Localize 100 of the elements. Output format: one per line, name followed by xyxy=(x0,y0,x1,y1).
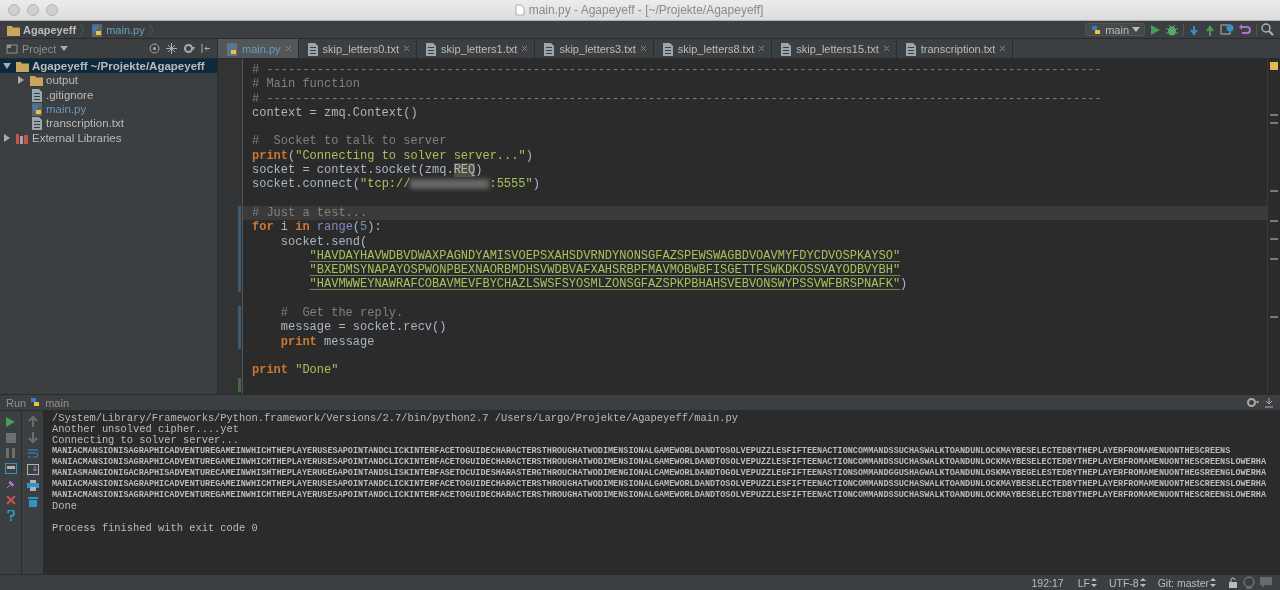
scroll-to-end-icon[interactable] xyxy=(26,464,39,475)
bug-icon[interactable] xyxy=(1165,23,1179,36)
tree-item[interactable]: output xyxy=(0,73,217,88)
scroll-marker-icon xyxy=(1270,122,1278,124)
lock-icon[interactable] xyxy=(1228,577,1238,588)
locate-icon[interactable] xyxy=(149,43,160,54)
caret-icon xyxy=(1132,26,1140,33)
help-icon[interactable] xyxy=(5,510,16,521)
close-icon[interactable] xyxy=(999,45,1007,52)
code-line: message = socket.recv() xyxy=(279,320,448,335)
pin-icon[interactable] xyxy=(5,479,16,490)
settings-icon[interactable] xyxy=(183,43,195,54)
print-icon[interactable] xyxy=(26,480,39,491)
run-panel-title: Run xyxy=(6,396,27,409)
collapsed-arrow-icon[interactable] xyxy=(3,133,11,142)
code-line: "BXEDMSYNAPAYOSPWONPBEXNAORBMDHSVWDBVAFXAHSRBPFMAVMOBWBFISGETTFSWKDKOSSVAYODBVYBH" xyxy=(308,263,902,278)
console-line: Done xyxy=(52,501,78,512)
run-icon[interactable] xyxy=(1149,23,1161,36)
close-icon[interactable] xyxy=(284,45,292,52)
settings-icon[interactable] xyxy=(1246,397,1260,408)
console-line: MANIACMANSIONISAGRAPHICADVENTUREGAMEINWHICHTHEPLAYERUSESAPOINTANDCLICKINTERFACETOGUIDECHARACTERSTHROUGHATWODIMENSIONALGAMEWORLDANDTOSOLVEPUZZLESFIFTEENACTIONCOMMANDSSUCHASWALKTOANDUNLOCKMAYBESELECTEDBYTHEPLAYERFROMAMENUONTHESCREENSLOWERHA xyxy=(52,457,1266,468)
close-icon[interactable] xyxy=(5,495,16,505)
close-icon[interactable] xyxy=(882,45,890,52)
folder-icon xyxy=(29,73,43,88)
tree-item[interactable]: External Libraries xyxy=(0,130,217,145)
search-icon[interactable] xyxy=(1261,23,1274,36)
chevron-icon xyxy=(147,22,154,37)
run-icon[interactable] xyxy=(5,416,16,428)
text-file-icon xyxy=(29,116,43,131)
status-marker-icon xyxy=(1270,62,1278,70)
code-line: "HAVDAYHAVWDBVDWAXPAGNDYAMISVOEPSXAHSDVRNDYNONSGFAZSPEWSWAGBDVOAVMYFDYCDVOSPKAYSO" xyxy=(308,248,902,264)
console-line: MANIACMANSIONISAGRAPHICADVENTUREGAMEINWHICHTHEPLAYERUSESAPOINTANDCLICKINTERFACETOGUIDECHARACTERSTHROUGHATWODIMENSIONALGAMEWORLDANDTOSOLVEPUZZLESFIFTEENACTIONCOMMANDSSUCHASWALKTOANDUNLOCKMAYBESELECTEDBYTHEPLAYERFROMAMENUONTHESCREENSLOWERHA xyxy=(52,479,1266,490)
tree-item[interactable]: .gitignore xyxy=(0,87,217,102)
code-line: print "Done" xyxy=(251,363,340,378)
python-icon xyxy=(1090,23,1103,36)
breadcrumb-item[interactable]: Agapeyeff xyxy=(23,23,77,36)
layout-icon[interactable] xyxy=(4,463,17,474)
close-icon[interactable] xyxy=(521,45,529,52)
run-configuration-dropdown[interactable]: main xyxy=(1085,23,1145,36)
close-icon[interactable] xyxy=(402,45,410,52)
hide-icon[interactable] xyxy=(201,43,211,54)
code-line: context = zmq.Context() xyxy=(251,105,419,121)
project-icon xyxy=(6,42,18,55)
vcs-branch-widget[interactable]: Git: master xyxy=(1157,576,1216,589)
tree-item[interactable]: Agapeyeff ~/Projekte/Agapeyeff xyxy=(0,59,217,74)
code-line: print("Connecting to solver server...") xyxy=(251,148,534,164)
tree-item-label: .gitignore xyxy=(46,88,94,101)
code-line: for i in range(5): xyxy=(251,220,383,235)
scroll-marker-icon xyxy=(1270,258,1278,260)
up-down-arrows-icon xyxy=(1090,578,1097,587)
console-line: Another unsolved cipher....yet xyxy=(52,424,240,435)
up-down-arrows-icon xyxy=(1210,578,1216,587)
inspector-icon[interactable] xyxy=(1242,576,1256,589)
project-path: ~/Projekte/Agapeyeff xyxy=(90,60,205,73)
code-line: socket.connect("tcp:// :5555") xyxy=(251,177,541,192)
pause-icon[interactable] xyxy=(5,448,16,458)
run-configuration-tab[interactable]: main xyxy=(45,396,70,409)
project-view-dropdown[interactable]: Project xyxy=(6,42,69,55)
expanded-arrow-icon[interactable] xyxy=(3,62,11,71)
scroll-marker-icon xyxy=(1270,316,1278,318)
cursor-position[interactable]: 192:17 xyxy=(1031,576,1064,589)
scroll-marker-icon xyxy=(1270,190,1278,192)
tree-item-label: Agapeyeff xyxy=(32,60,88,73)
tree-item-label: output xyxy=(46,74,78,87)
tree-item[interactable]: main.py xyxy=(0,101,217,117)
console-line: Process finished with exit code 0 xyxy=(52,523,259,534)
close-icon[interactable] xyxy=(758,45,766,52)
scroll-marker-icon xyxy=(1270,220,1278,222)
window-title: main.py - Agapeyeff - [~/Projekte/Agapeyeff] xyxy=(528,3,764,17)
stop-icon[interactable] xyxy=(5,433,16,443)
breadcrumb-item[interactable]: main.py xyxy=(106,23,145,36)
encoding-widget[interactable]: UTF-8 xyxy=(1108,576,1146,589)
console-line: /System/Library/Frameworks/Python.framework/Versions/2.7/bin/python2.7 /Users/Largo/Projekte/Agapeyeff/main.py xyxy=(52,413,739,424)
history-icon[interactable] xyxy=(1220,22,1234,37)
hide-panel-icon[interactable] xyxy=(1264,397,1274,408)
undo-icon[interactable] xyxy=(1238,22,1252,37)
scroll-marker-icon xyxy=(1270,114,1278,116)
tree-item[interactable]: transcription.txt xyxy=(0,116,217,131)
speech-bubble-icon[interactable] xyxy=(1260,577,1272,588)
text-file-icon xyxy=(29,87,43,102)
tree-item-label: main.py xyxy=(46,103,87,116)
tree-item-label: transcription.txt xyxy=(46,117,124,130)
up-down-arrows-icon xyxy=(1139,578,1146,587)
code-line: print message xyxy=(279,334,376,349)
down-arrow-icon[interactable] xyxy=(27,432,38,443)
code-line: "HAVMWWEYNAWRAFCOBAVMEVFBYCHAZLSWSFSYOSMLZONSGFAZSPKPBHAHSVEBVONSWYPSSVWFBRSPNAFK") xyxy=(308,277,909,292)
console-line: MANIACMANSIONISAGRAPHICADVENTUREGAMEINWHICHTHEPLAYERUSESAPOINTANDCLICKINTERFACETOGUIDECHARACTERSTHROUGHATWODIMENSIONALGAMEWORLDANDTOSOLVEPUZZLESFIFTEENACTIONCOMMANDSSUCHASWALKTOANDUNLOCKMAYBESELECTEDBYTHEPLAYERFROMAMENUONTHESCREENSLOWERHA xyxy=(52,490,1266,501)
code-line: # Get the reply. xyxy=(279,306,405,321)
collapsed-arrow-icon[interactable] xyxy=(17,76,25,85)
trash-icon[interactable] xyxy=(27,496,38,507)
console-line: MANIASMANGIONIGACRAPHISADVENTURECAMEINWHISHTHEPLAYERUGEGAPOINTANDSLISKINTERFASETOCUIDESHARASTERGTHROUCHATWODIMENGIONALCAMEWORLDANDTOGOLVEPUZZLEGFIFTEENASTIONSOMMANDGGUSHAGWALKTOANDUNLOSKMAYBEGELESTEDBYTHEPLAYERFROMAMENUONTHEGSREENGLOWERHA xyxy=(52,468,1266,479)
chevron-icon xyxy=(79,22,86,37)
up-arrow-icon[interactable] xyxy=(27,416,38,427)
collapse-icon[interactable] xyxy=(166,43,177,54)
line-separator-widget[interactable]: LF xyxy=(1077,576,1097,589)
python-file-icon xyxy=(89,22,104,37)
soft-wrap-icon[interactable] xyxy=(26,448,39,459)
close-icon[interactable] xyxy=(639,45,647,52)
folder-icon xyxy=(15,59,29,74)
text-file-icon xyxy=(778,41,793,56)
